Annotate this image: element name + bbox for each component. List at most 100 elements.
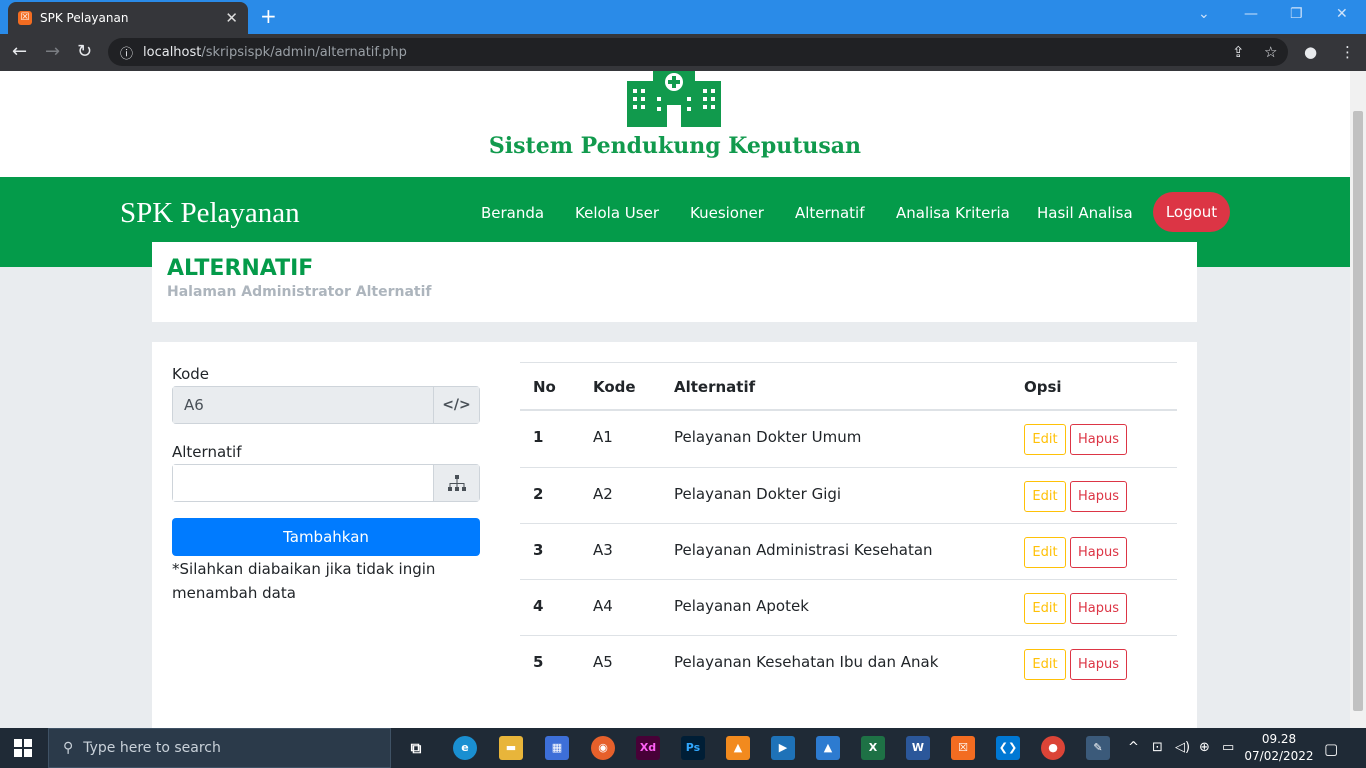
minimize-icon[interactable]: — bbox=[1244, 6, 1258, 22]
site-info-icon[interactable]: ⓘ bbox=[120, 43, 133, 62]
row-alternatif: Pelayanan Administrasi Kesehatan bbox=[674, 541, 933, 559]
page-title: ALTERNATIF bbox=[167, 256, 314, 281]
main-content-card: Kode A6 </> Alternatif Tambahkan *Silahk… bbox=[152, 342, 1197, 728]
tambahkan-button[interactable]: Tambahkan bbox=[172, 518, 480, 556]
search-icon: ⚲ bbox=[63, 740, 74, 756]
back-icon[interactable]: ← bbox=[12, 41, 27, 62]
store-icon[interactable]: ▦ bbox=[545, 736, 569, 760]
nav-link-hasil-analisa[interactable]: Hasil Analisa bbox=[1037, 204, 1133, 222]
app-orange-icon[interactable]: ▲ bbox=[726, 736, 750, 760]
table-row: 4 A4 Pelayanan Apotek Edit Hapus bbox=[520, 579, 1177, 635]
reload-icon[interactable]: ↻ bbox=[77, 41, 92, 62]
network-device-icon[interactable]: ⊡ bbox=[1152, 740, 1163, 755]
hapus-button[interactable]: Hapus bbox=[1070, 649, 1127, 680]
url-input[interactable]: ⓘ localhost /skripsispk/admin/alternatif… bbox=[108, 38, 1288, 66]
clock-time: 09.28 bbox=[1261, 732, 1297, 746]
hapus-button[interactable]: Hapus bbox=[1070, 481, 1127, 512]
page-subtitle: Halaman Administrator Alternatif bbox=[167, 284, 432, 300]
menu-kebab-icon[interactable]: ⋮ bbox=[1340, 43, 1355, 61]
hospital-building-icon bbox=[627, 71, 721, 127]
row-no: 2 bbox=[533, 485, 544, 503]
active-app-icon[interactable]: ✎ bbox=[1086, 736, 1110, 760]
tray-chevron-icon[interactable]: ^ bbox=[1128, 740, 1139, 755]
xampp-icon[interactable]: ☒ bbox=[951, 736, 975, 760]
hapus-button[interactable]: Hapus bbox=[1070, 537, 1127, 568]
firefox-icon[interactable]: ◉ bbox=[591, 736, 615, 760]
tab-close-icon[interactable]: ✕ bbox=[225, 9, 238, 27]
vscode-icon[interactable]: ❮❯ bbox=[996, 736, 1020, 760]
clock-date: 07/02/2022 bbox=[1244, 749, 1314, 763]
navbar-brand[interactable]: SPK Pelayanan bbox=[120, 197, 300, 230]
edit-button[interactable]: Edit bbox=[1024, 649, 1066, 680]
bookmark-star-icon[interactable]: ☆ bbox=[1264, 43, 1277, 61]
row-kode: A2 bbox=[593, 485, 613, 503]
browser-tab[interactable]: ☒ SPK Pelayanan ✕ bbox=[8, 2, 248, 34]
hapus-button[interactable]: Hapus bbox=[1070, 593, 1127, 624]
globe-icon[interactable]: ⊕ bbox=[1199, 740, 1210, 755]
row-kode: A5 bbox=[593, 653, 613, 671]
window-close-icon[interactable]: ✕ bbox=[1336, 6, 1348, 22]
taskbar-search-input[interactable]: ⚲ Type here to search bbox=[48, 728, 391, 768]
nav-link-kuesioner[interactable]: Kuesioner bbox=[690, 204, 764, 222]
edit-button[interactable]: Edit bbox=[1024, 424, 1066, 455]
task-view-icon[interactable]: ⧉ bbox=[404, 736, 428, 760]
kode-input[interactable]: A6 bbox=[173, 387, 433, 423]
url-path: /skripsispk/admin/alternatif.php bbox=[201, 44, 407, 60]
hapus-button[interactable]: Hapus bbox=[1070, 424, 1127, 455]
video-editor-icon[interactable]: ▶ bbox=[771, 736, 795, 760]
word-icon[interactable]: W bbox=[906, 736, 930, 760]
alternatif-label: Alternatif bbox=[172, 443, 242, 461]
share-icon[interactable]: ⇪ bbox=[1232, 43, 1245, 61]
taskbar-clock[interactable]: 09.28 07/02/2022 bbox=[1244, 731, 1314, 765]
row-alternatif: Pelayanan Dokter Umum bbox=[674, 428, 862, 446]
nav-link-alternatif[interactable]: Alternatif bbox=[795, 204, 864, 222]
volume-icon[interactable]: ◁) bbox=[1175, 740, 1190, 755]
logo-text: Sistem Pendukung Keputusan bbox=[488, 133, 862, 159]
nav-link-kelola-user[interactable]: Kelola User bbox=[575, 204, 659, 222]
edit-button[interactable]: Edit bbox=[1024, 537, 1066, 568]
page-scrollbar[interactable] bbox=[1350, 71, 1366, 728]
row-alternatif: Pelayanan Kesehatan Ibu dan Anak bbox=[674, 653, 939, 671]
alternatif-input[interactable] bbox=[173, 465, 433, 501]
row-kode: A3 bbox=[593, 541, 613, 559]
table-row: 1 A1 Pelayanan Dokter Umum Edit Hapus bbox=[520, 411, 1177, 467]
adobe-xd-icon[interactable]: Xd bbox=[636, 736, 660, 760]
nav-link-analisa-kriteria[interactable]: Analisa Kriteria bbox=[896, 204, 1010, 222]
edge-icon[interactable]: e bbox=[453, 736, 477, 760]
nav-link-beranda[interactable]: Beranda bbox=[481, 204, 544, 222]
forward-icon[interactable]: → bbox=[45, 41, 60, 62]
photos-icon[interactable]: ▲ bbox=[816, 736, 840, 760]
scrollbar-thumb[interactable] bbox=[1353, 111, 1363, 711]
page-viewport: Sistem Pendukung Keputusan SPK Pelayanan… bbox=[0, 71, 1350, 728]
edit-button[interactable]: Edit bbox=[1024, 593, 1066, 624]
file-explorer-icon[interactable]: ▬ bbox=[499, 736, 523, 760]
photoshop-icon[interactable]: Ps bbox=[681, 736, 705, 760]
tab-title: SPK Pelayanan bbox=[40, 11, 129, 25]
excel-icon[interactable]: X bbox=[861, 736, 885, 760]
search-placeholder: Type here to search bbox=[83, 740, 221, 756]
row-no: 3 bbox=[533, 541, 544, 559]
table-row: 5 A5 Pelayanan Kesehatan Ibu dan Anak Ed… bbox=[520, 635, 1177, 691]
profile-icon[interactable]: ● bbox=[1304, 43, 1317, 61]
form-note: *Silahkan diabaikan jika tidak ingin men… bbox=[172, 560, 436, 602]
edit-button[interactable]: Edit bbox=[1024, 481, 1066, 512]
alternatif-input-group bbox=[172, 464, 480, 502]
browser-titlebar: ☒ SPK Pelayanan ✕ + ⌄ — ❐ ✕ bbox=[0, 0, 1366, 34]
row-no: 5 bbox=[533, 653, 544, 671]
new-tab-icon[interactable]: + bbox=[260, 4, 277, 28]
battery-icon[interactable]: ▭ bbox=[1222, 740, 1234, 755]
header-kode: Kode bbox=[593, 378, 636, 396]
restore-icon[interactable]: ❐ bbox=[1290, 6, 1303, 22]
row-alternatif: Pelayanan Apotek bbox=[674, 597, 809, 615]
row-alternatif: Pelayanan Dokter Gigi bbox=[674, 485, 842, 503]
row-no: 1 bbox=[533, 428, 544, 446]
logo-header: Sistem Pendukung Keputusan bbox=[0, 71, 1350, 177]
table-row: 2 A2 Pelayanan Dokter Gigi Edit Hapus bbox=[520, 467, 1177, 523]
chrome-icon[interactable]: ● bbox=[1041, 736, 1065, 760]
windows-start-icon[interactable] bbox=[14, 739, 32, 757]
tab-search-icon[interactable]: ⌄ bbox=[1198, 6, 1210, 22]
logout-button[interactable]: Logout bbox=[1153, 192, 1230, 232]
header-no: No bbox=[533, 378, 556, 396]
notification-icon[interactable]: ▢ bbox=[1324, 740, 1338, 758]
windows-taskbar: ⚲ Type here to search ⧉ e ▬ ▦ ◉ Xd Ps ▲ … bbox=[0, 728, 1366, 768]
